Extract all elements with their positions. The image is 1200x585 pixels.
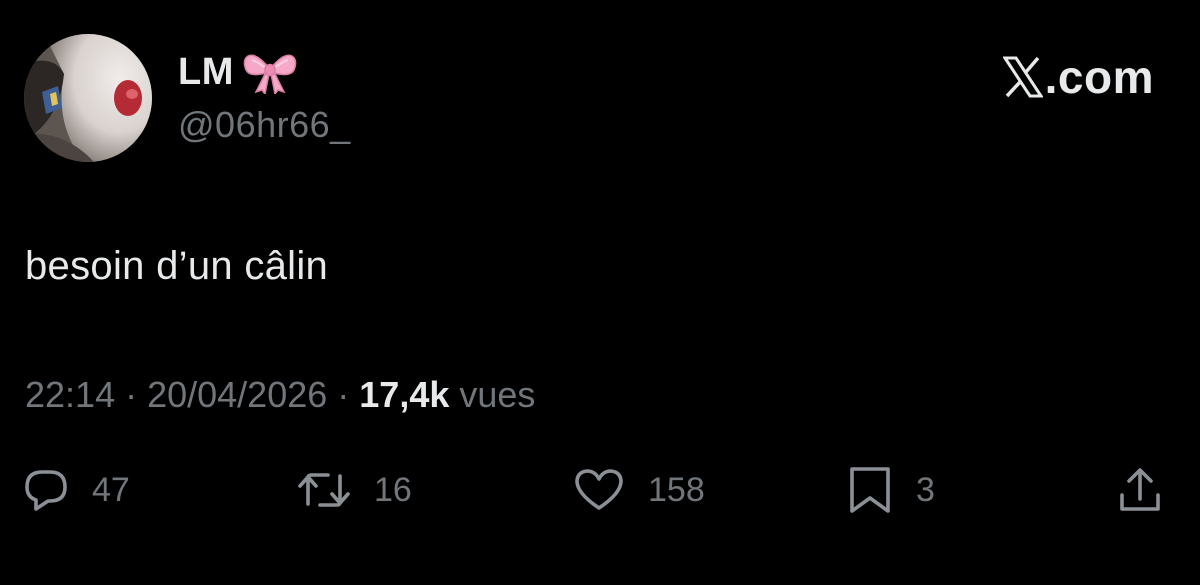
display-name-row: LM (178, 50, 351, 96)
avatar-photo (24, 34, 152, 162)
reply-button[interactable]: 47 (22, 462, 130, 518)
display-name[interactable]: LM (178, 51, 234, 94)
bookmark-button[interactable]: 3 (846, 462, 935, 518)
brand-domain: .com (1044, 51, 1154, 103)
x-logo-icon (1001, 56, 1044, 98)
reply-count: 47 (92, 470, 130, 509)
tweet-card: LM @06hr66_ .com besoin d’un câlin 22:14… (0, 0, 1200, 585)
avatar[interactable] (24, 34, 152, 162)
tweet-time[interactable]: 22:14 (25, 374, 115, 416)
share-button[interactable] (1116, 462, 1164, 518)
tweet-meta: 22:14 · 20/04/2026 · 17,4k vues (25, 374, 535, 416)
meta-separator: · (125, 374, 138, 415)
pink-ribbon-bow-icon (242, 50, 298, 96)
repost-count: 16 (374, 470, 412, 509)
bookmark-count: 3 (916, 470, 935, 509)
repost-button[interactable]: 16 (296, 462, 412, 518)
views-count[interactable]: 17,4k (359, 374, 449, 416)
meta-separator: · (337, 374, 350, 415)
handle[interactable]: @06hr66_ (178, 104, 351, 146)
reply-bubble-icon (22, 466, 70, 514)
author-block: LM @06hr66_ (178, 50, 351, 146)
brand-watermark: .com (1001, 50, 1154, 104)
action-bar: 47 16 158 3 (0, 462, 1200, 518)
tweet-text: besoin d’un câlin (25, 244, 329, 288)
repost-arrows-icon (296, 466, 352, 514)
views-label: vues (459, 374, 536, 415)
heart-icon (572, 466, 626, 514)
tweet-date[interactable]: 20/04/2026 (147, 374, 327, 416)
like-button[interactable]: 158 (572, 462, 705, 518)
bookmark-icon (846, 465, 894, 515)
share-upload-icon (1116, 465, 1164, 515)
like-count: 158 (648, 470, 705, 509)
